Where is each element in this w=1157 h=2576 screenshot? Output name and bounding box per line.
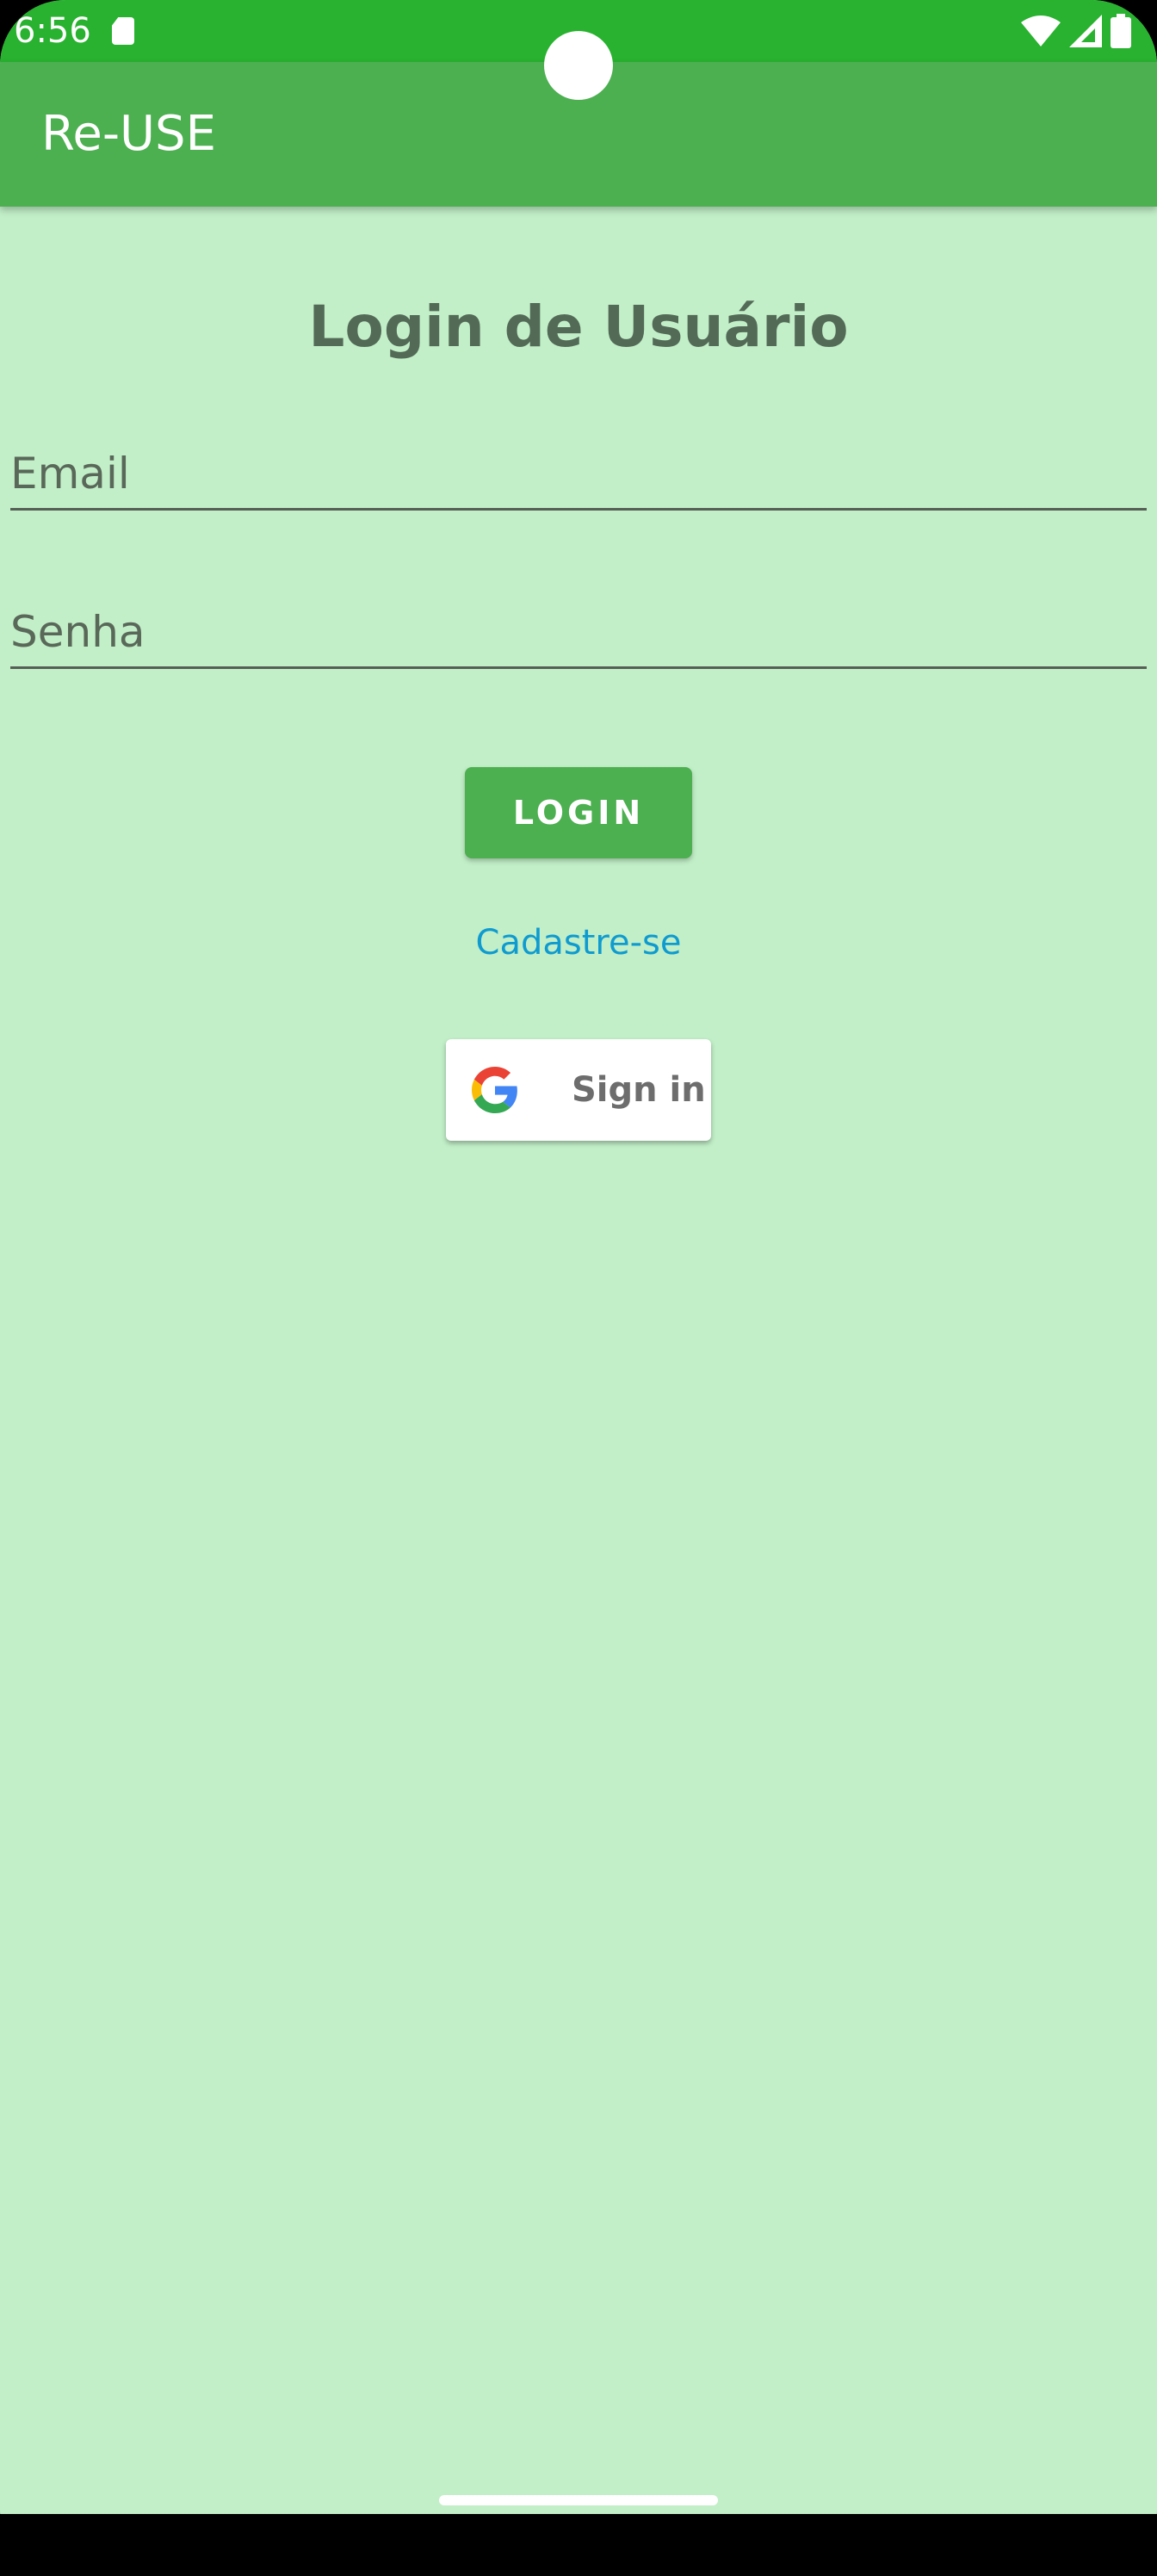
google-sign-in-label: Sign in <box>572 1070 706 1110</box>
email-field[interactable] <box>10 439 1147 511</box>
battery-icon <box>1111 14 1131 48</box>
google-sign-in-button[interactable]: Sign in <box>446 1039 711 1141</box>
navigation-bar <box>0 2514 1157 2576</box>
google-logo-icon <box>472 1067 517 1113</box>
signup-link-label[interactable]: Cadastre-se <box>476 923 682 963</box>
status-icons <box>1021 14 1131 48</box>
password-field[interactable] <box>10 598 1147 669</box>
page-title: Login de Usuário <box>308 294 849 360</box>
app-title: Re-USE <box>41 106 216 162</box>
cell-signal-icon <box>1069 15 1102 47</box>
home-gesture-handle[interactable] <box>439 2495 718 2505</box>
camera-cutout <box>544 31 613 100</box>
screen: 6:56 Re-USE Login de Usuário LOGIN Cadas… <box>0 0 1157 2576</box>
wifi-icon <box>1021 15 1061 46</box>
login-button[interactable]: LOGIN <box>465 767 692 858</box>
sd-card-icon <box>112 17 134 45</box>
signup-link[interactable]: Cadastre-se <box>0 921 1157 964</box>
status-time: 6:56 <box>14 11 91 51</box>
